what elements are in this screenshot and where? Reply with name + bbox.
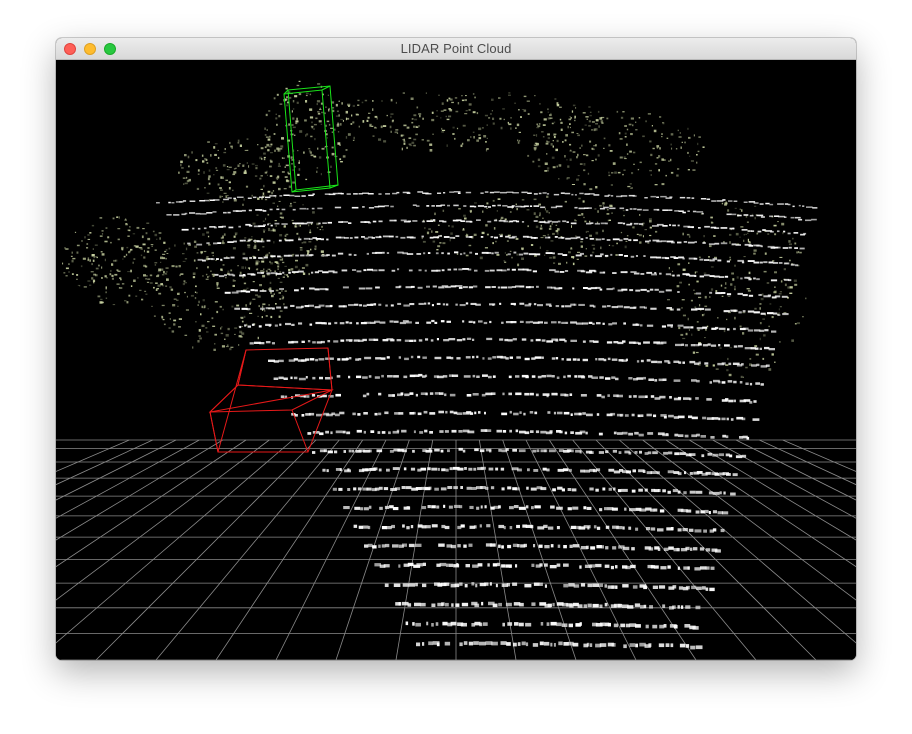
point-cloud-canvas[interactable] bbox=[56, 60, 856, 660]
window-title: LIDAR Point Cloud bbox=[400, 41, 512, 56]
title-bar[interactable]: LIDAR Point Cloud bbox=[56, 38, 856, 60]
point-cloud-viewport[interactable] bbox=[56, 60, 856, 660]
app-window: LIDAR Point Cloud bbox=[56, 38, 856, 660]
